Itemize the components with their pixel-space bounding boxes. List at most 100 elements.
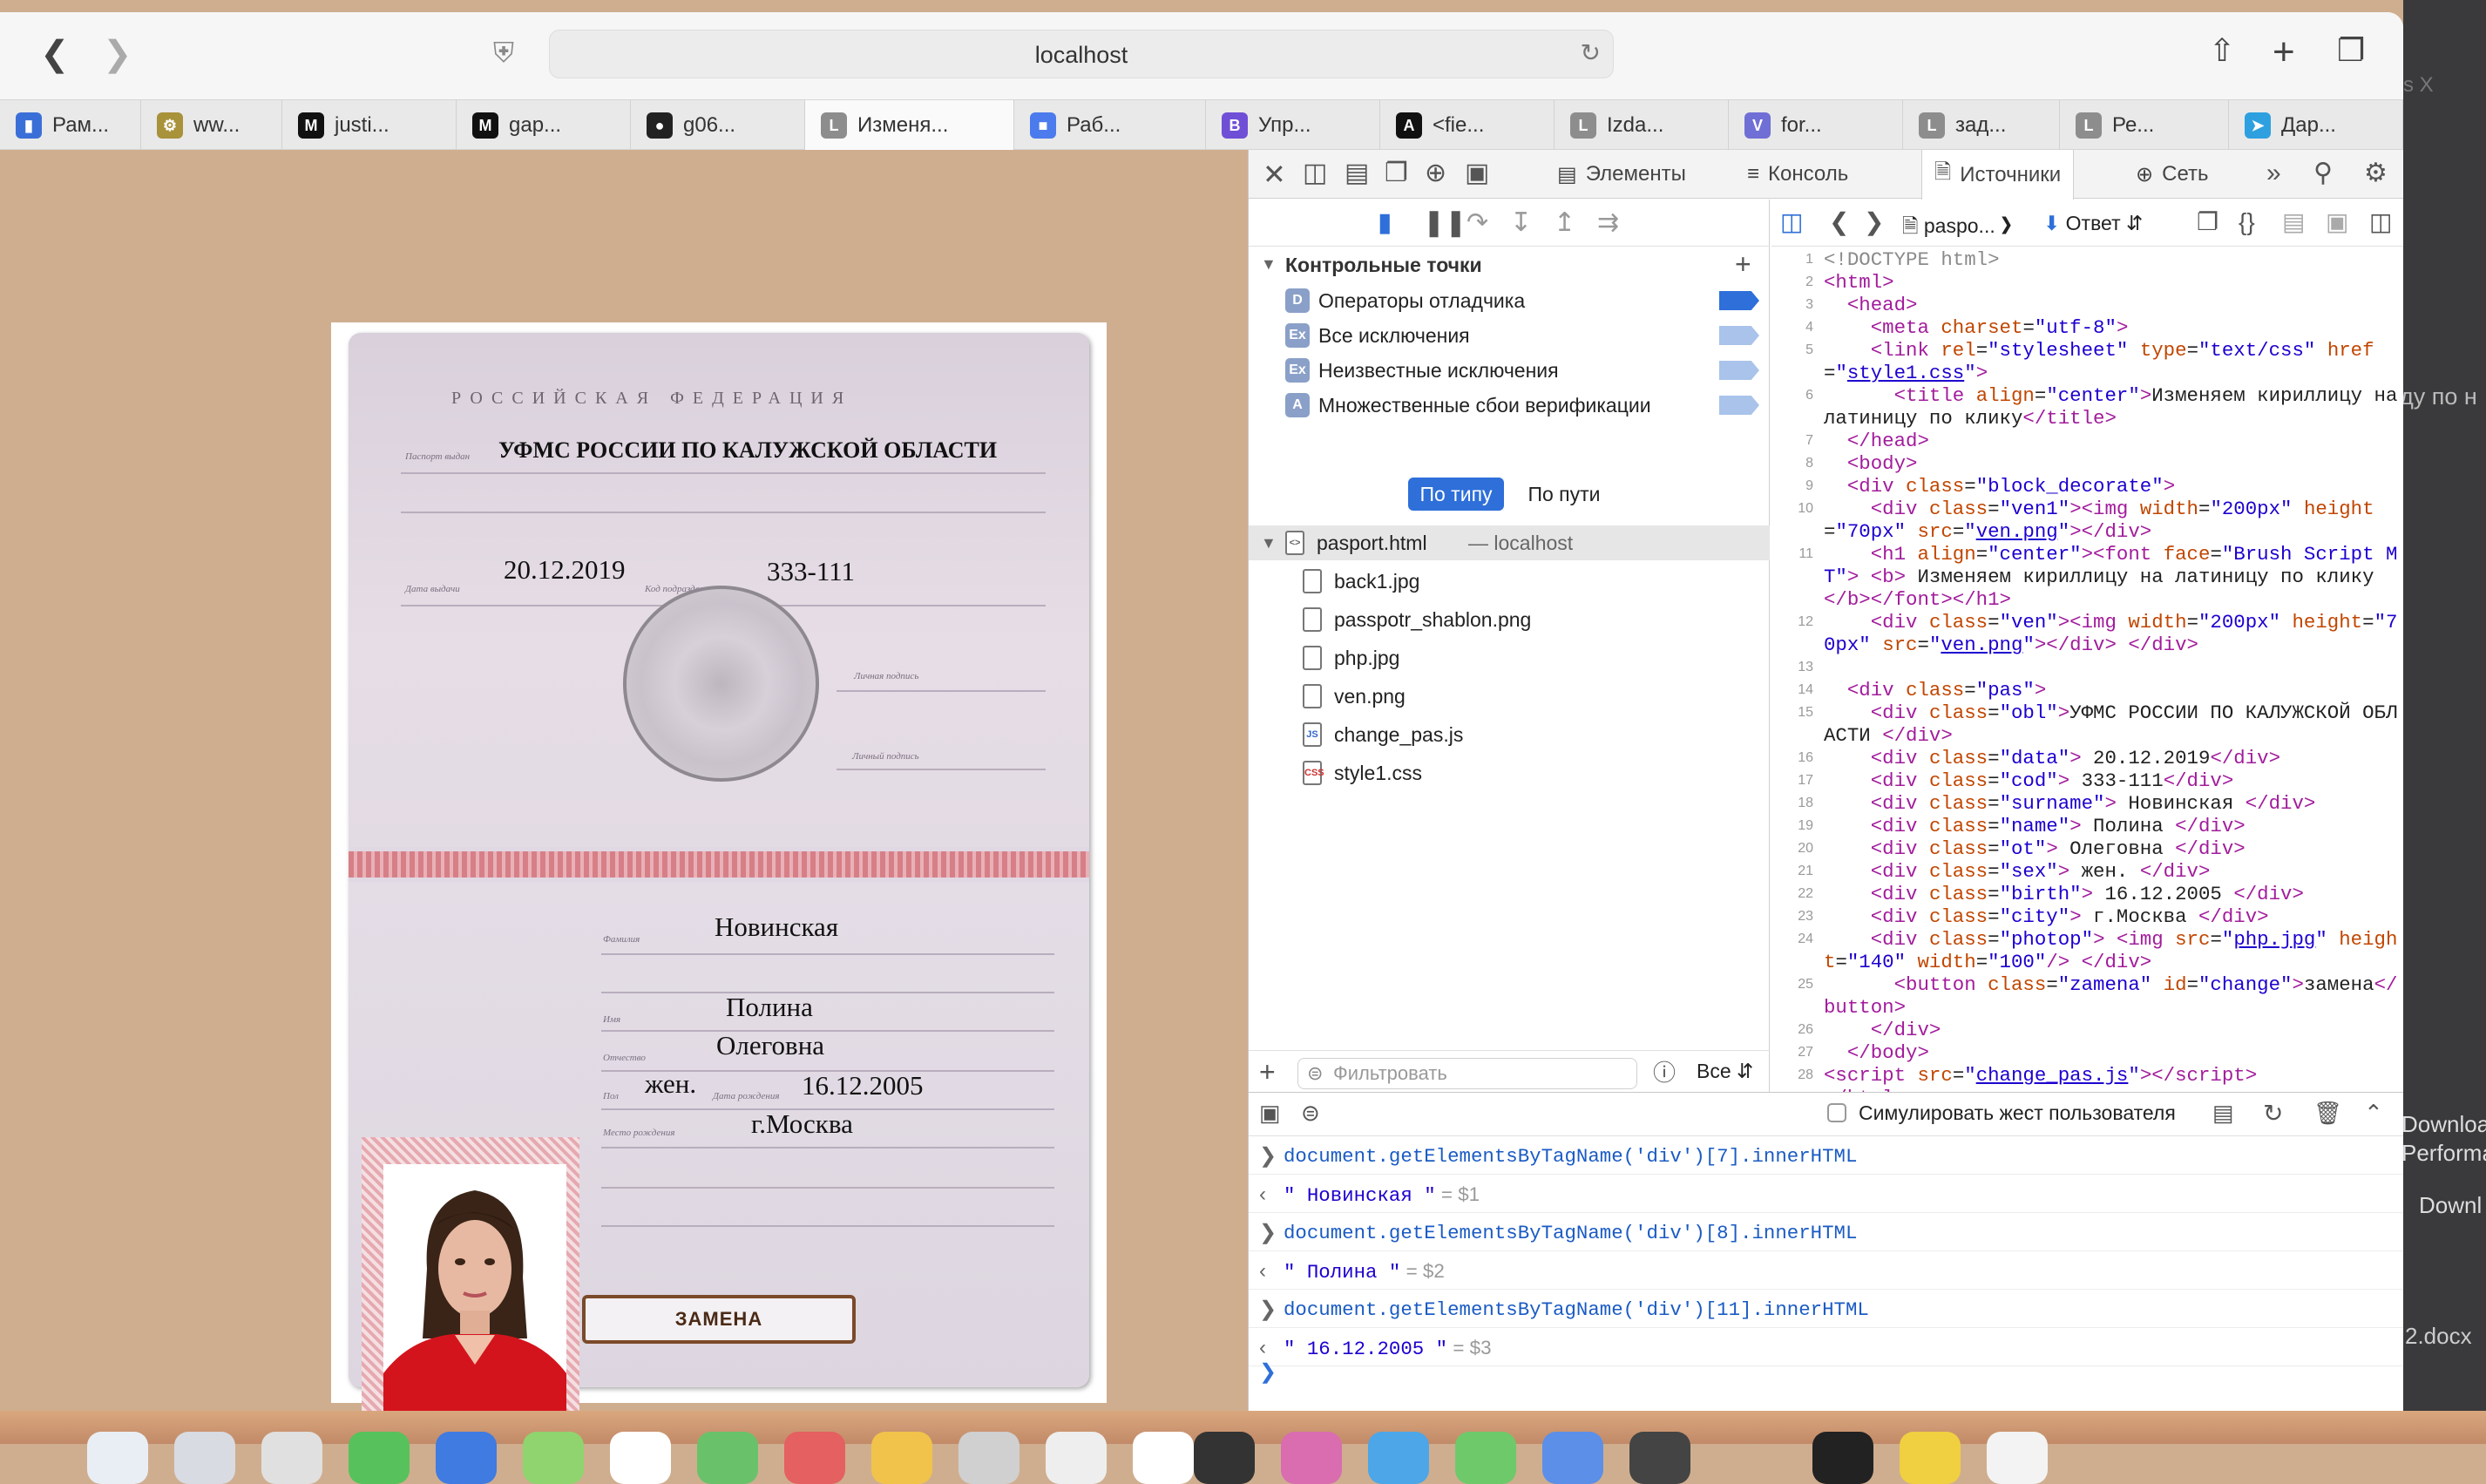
info-icon[interactable]: ⓘ xyxy=(1653,1061,1676,1084)
browser-tab[interactable]: Mgap... xyxy=(457,100,631,151)
code-line[interactable]: 6 <title align="center">Изменяем кирилли… xyxy=(1771,384,2403,430)
zamena-button[interactable]: ЗАМЕНА xyxy=(582,1295,856,1344)
line-number[interactable]: 21 xyxy=(1771,860,1824,883)
simulate-gesture-checkbox[interactable] xyxy=(1827,1103,1846,1122)
code-line[interactable]: 22 <div class="birth"> 16.12.2005 </div> xyxy=(1771,883,2403,905)
browser-tab[interactable]: L Ре... xyxy=(2060,100,2229,151)
app-icon[interactable] xyxy=(784,1432,845,1484)
source-code[interactable]: 1 <!DOCTYPE html> 2 <html> 3 <head> 4 <meta c… xyxy=(1771,248,2403,1092)
breakpoint-item[interactable]: D Операторы отладчика xyxy=(1249,283,1770,318)
finder-icon[interactable] xyxy=(87,1432,148,1484)
step-out-icon[interactable]: ↥ xyxy=(1554,210,1575,236)
browser-tab[interactable]: L Izda... xyxy=(1555,100,1729,151)
app-icon[interactable] xyxy=(1455,1432,1516,1484)
disclosure-icon[interactable]: ▼ xyxy=(1261,255,1277,274)
line-number[interactable]: 28 xyxy=(1771,1064,1824,1087)
group-by-type-button[interactable]: По типу xyxy=(1408,478,1504,511)
tree-root-row[interactable]: ▼ <> pasport.html — localhost xyxy=(1249,525,1770,560)
address-bar[interactable]: localhost ↻ xyxy=(549,30,1614,78)
console-input-line[interactable]: ❯ document.getElementsByTagName('div')[11… xyxy=(1249,1291,2403,1328)
collapse-drawer-icon[interactable]: ▣ xyxy=(1259,1101,1281,1124)
forward-icon[interactable]: ❯ xyxy=(1864,210,1884,234)
tree-file-row[interactable]: passpotr_shablon.png xyxy=(1249,602,1770,637)
app-icon[interactable] xyxy=(958,1432,1019,1484)
line-number[interactable]: 2 xyxy=(1771,271,1824,294)
step-in-icon[interactable]: ↧ xyxy=(1510,210,1532,236)
sidebar-toggle-icon[interactable]: ◫ xyxy=(2369,210,2392,234)
line-number[interactable]: 26 xyxy=(1771,1019,1824,1041)
trash-icon[interactable]: 🗑 xyxy=(2313,1101,2342,1124)
source-breadcrumb[interactable]: 🗎 paspo... ❯ xyxy=(1902,212,2012,246)
tab-network[interactable]: ⊕ Сеть xyxy=(2124,150,2221,199)
code-line[interactable]: 11 <h1 align="center"><font face="Brush … xyxy=(1771,543,2403,611)
code-line[interactable]: 21 <div class="sex"> жен. </div> xyxy=(1771,860,2403,883)
line-number[interactable]: 17 xyxy=(1771,769,1824,792)
code-line[interactable]: 26 </div> xyxy=(1771,1019,2403,1041)
tree-file-row[interactable]: ven.png xyxy=(1249,679,1770,714)
expand-icon[interactable]: ⌃ xyxy=(2364,1101,2383,1124)
tree-file-row[interactable]: JS change_pas.js xyxy=(1249,717,1770,752)
line-number[interactable]: 25 xyxy=(1771,973,1824,1019)
line-number[interactable]: 7 xyxy=(1771,430,1824,452)
app-icon[interactable] xyxy=(174,1432,235,1484)
add-breakpoint-icon[interactable]: + xyxy=(1735,248,1751,281)
dock-left-icon[interactable]: ◫ xyxy=(1303,160,1327,186)
line-number[interactable]: 15 xyxy=(1771,701,1824,747)
more-tabs-icon[interactable]: » xyxy=(2266,160,2281,186)
app-icon[interactable] xyxy=(610,1432,671,1484)
back-icon[interactable]: ❮ xyxy=(1829,210,1849,234)
browser-tab[interactable]: Vfor... xyxy=(1729,100,1903,151)
code-line[interactable]: 14 <div class="pas"> xyxy=(1771,679,2403,701)
line-number[interactable]: 11 xyxy=(1771,543,1824,611)
breakpoint-item[interactable]: Ex Неизвестные исключения xyxy=(1249,353,1770,388)
console-input-line[interactable]: ❯ document.getElementsByTagName('div')[8]… xyxy=(1249,1215,2403,1251)
breakpoint-flag-icon[interactable] xyxy=(1719,361,1759,380)
app-icon[interactable] xyxy=(1194,1432,1255,1484)
app-icon[interactable] xyxy=(1629,1432,1690,1484)
scope-select[interactable]: Все ⇵ xyxy=(1697,1060,1753,1083)
line-number[interactable]: 4 xyxy=(1771,316,1824,339)
code-line[interactable]: 19 <div class="name"> Полина </div> xyxy=(1771,815,2403,837)
browser-tab[interactable]: ⚙ ww... xyxy=(141,100,282,151)
code-line[interactable]: 2 <html> xyxy=(1771,271,2403,294)
code-line[interactable]: 17 <div class="cod"> 333-111</div> xyxy=(1771,769,2403,792)
code-line[interactable]: 27 </body> xyxy=(1771,1041,2403,1064)
line-number[interactable]: 5 xyxy=(1771,339,1824,384)
browser-tab[interactable]: B Упр... xyxy=(1206,100,1380,151)
tab-elements[interactable]: ▤ Элементы xyxy=(1545,150,1698,199)
app-icon[interactable] xyxy=(436,1432,497,1484)
code-line[interactable]: 28 <script src="change_pas.js"></script> xyxy=(1771,1064,2403,1087)
browser-tab[interactable]: Lзад... xyxy=(1903,100,2060,151)
line-number[interactable]: 22 xyxy=(1771,883,1824,905)
code-line[interactable]: 16 <div class="data"> 20.12.2019</div> xyxy=(1771,747,2403,769)
refresh-icon[interactable]: ↻ xyxy=(2263,1101,2283,1126)
code-line[interactable]: 4 <meta charset="utf-8"> xyxy=(1771,316,2403,339)
code-line[interactable]: 12 <div class="ven"><img width="200px" h… xyxy=(1771,611,2403,656)
console-input-line[interactable]: ❯ document.getElementsByTagName('div')[7]… xyxy=(1249,1138,2403,1175)
forward-icon[interactable]: ❯ xyxy=(103,37,132,71)
browser-tab[interactable]: ▮ Рам... xyxy=(0,100,141,151)
app-icon[interactable] xyxy=(523,1432,584,1484)
browser-tab[interactable]: ■ Раб... xyxy=(1014,100,1206,151)
code-line[interactable]: 13 xyxy=(1771,656,2403,679)
dock-bottom-icon[interactable]: ▤ xyxy=(1345,160,1369,186)
target-icon[interactable]: ⊕ xyxy=(1425,160,1446,186)
breakpoints-section[interactable]: ▼ Контрольные точки + xyxy=(1249,248,1770,283)
code-line[interactable]: 5 <link rel="stylesheet" type="text/css"… xyxy=(1771,339,2403,384)
filter-input[interactable]: ⊜ Фильтровать xyxy=(1297,1058,1637,1089)
add-icon[interactable]: + xyxy=(1259,1058,1276,1086)
pause-icon[interactable]: ❚❚ xyxy=(1423,210,1467,236)
code-line[interactable]: 8 <body> xyxy=(1771,452,2403,475)
line-number[interactable]: 18 xyxy=(1771,792,1824,815)
line-number[interactable]: 27 xyxy=(1771,1041,1824,1064)
app-icon[interactable] xyxy=(261,1432,322,1484)
line-number[interactable]: 24 xyxy=(1771,928,1824,973)
reload-icon[interactable]: ↻ xyxy=(1581,41,1601,65)
step-over-icon[interactable]: ↷ xyxy=(1467,210,1488,236)
line-number[interactable]: 12 xyxy=(1771,611,1824,656)
search-icon[interactable]: ⚲ xyxy=(2313,160,2333,186)
code-line[interactable]: 23 <div class="city"> г.Москва </div> xyxy=(1771,905,2403,928)
tree-file-row[interactable]: php.jpg xyxy=(1249,640,1770,675)
undock-icon[interactable]: ❐ xyxy=(1385,160,1408,186)
app-icon[interactable] xyxy=(1812,1432,1873,1484)
